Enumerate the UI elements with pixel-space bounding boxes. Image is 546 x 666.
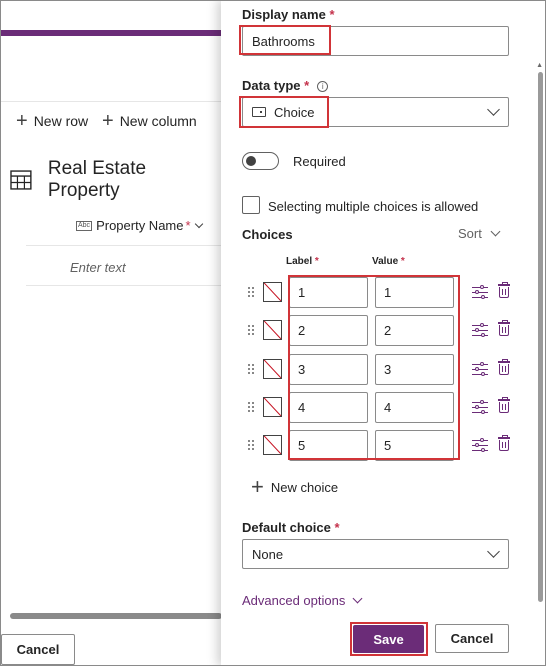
window-border — [0, 0, 546, 666]
